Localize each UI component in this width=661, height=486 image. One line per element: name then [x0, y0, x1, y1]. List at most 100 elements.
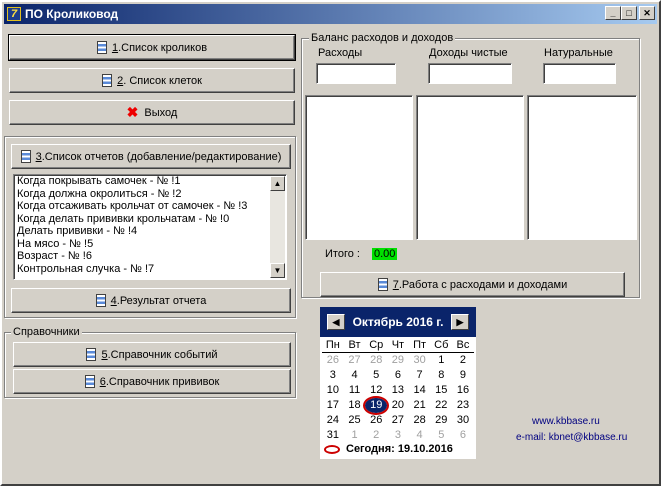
list-item[interactable]: Когда покрывать самочек - № !1	[14, 175, 286, 188]
reports-list-button[interactable]: 3.Список отчетов (добавление/редактирова…	[11, 144, 291, 169]
calendar-day[interactable]: 4	[344, 368, 366, 383]
total-value: 0.00	[372, 248, 398, 260]
calendar-day[interactable]: 29	[430, 413, 452, 428]
report-result-button[interactable]: 4.Результат отчета	[11, 288, 291, 313]
minimize-button[interactable]: _	[605, 6, 621, 20]
calendar-day[interactable]: 6	[387, 368, 409, 383]
list-item[interactable]: На мясо - № !5	[14, 238, 286, 251]
natural-input[interactable]	[543, 63, 616, 84]
calendar-day[interactable]: 18	[344, 398, 366, 413]
calendar-day[interactable]: 11	[344, 383, 366, 398]
calendar[interactable]: ◀ Октябрь 2016 г. ▶ Пн Вт Ср Чт Пт Сб Вс 26 27 28…	[320, 307, 476, 459]
calendar-day[interactable]: 4	[409, 428, 431, 443]
weekday-label: Сб	[434, 339, 449, 351]
reference-group-title: Справочники	[11, 326, 82, 338]
calendar-day[interactable]: 21	[409, 398, 431, 413]
weekday-label: Вс	[456, 339, 470, 351]
maximize-button[interactable]: □	[621, 6, 637, 20]
weekday-label: Пн	[325, 339, 340, 351]
today-circle-icon	[324, 444, 340, 454]
calendar-day[interactable]: 10	[322, 383, 344, 398]
email-link[interactable]: e-mail: kbnet@kbbase.ru	[516, 432, 627, 443]
next-month-button[interactable]: ▶	[451, 314, 469, 330]
title-bar[interactable]: 7 ПО Кроликовод _ □ ✕	[4, 4, 657, 24]
calendar-week: 24 25 26 27 28 29 30	[322, 413, 474, 428]
natural-list[interactable]	[527, 95, 637, 240]
calendar-day[interactable]: 28	[365, 353, 387, 368]
exit-button[interactable]: ✖ Выход	[9, 100, 295, 125]
calendar-day[interactable]: 25	[344, 413, 366, 428]
list-item[interactable]: Когда отсаживать крольчат от самочек - №…	[14, 200, 286, 213]
income-input[interactable]	[428, 63, 512, 84]
calendar-day[interactable]: 30	[409, 353, 431, 368]
total-label: Итого :	[325, 248, 360, 260]
calendar-day[interactable]: 20	[387, 398, 409, 413]
calendar-day[interactable]: 24	[322, 413, 344, 428]
calendar-day[interactable]: 28	[409, 413, 431, 428]
scroll-down-icon[interactable]: ▼	[270, 263, 285, 278]
calendar-day[interactable]: 6	[452, 428, 474, 443]
calendar-week: 26 27 28 29 30 1 2	[322, 353, 474, 368]
calendar-month: Октябрь 2016 г.	[352, 315, 444, 329]
document-icon	[102, 74, 113, 87]
calendar-day[interactable]: 19	[363, 396, 390, 415]
cages-list-button[interactable]: 2. Список клеток	[9, 68, 295, 93]
calendar-header: ◀ Октябрь 2016 г. ▶	[320, 307, 476, 337]
calendar-day[interactable]: 12	[365, 383, 387, 398]
calendar-day[interactable]: 8	[430, 368, 452, 383]
natural-label: Натуральные	[544, 47, 613, 59]
calendar-day[interactable]: 22	[430, 398, 452, 413]
close-button[interactable]: ✕	[639, 6, 655, 20]
expenses-income-button[interactable]: 7.Работа с расходами и доходами	[320, 272, 625, 297]
prev-month-button[interactable]: ◀	[327, 314, 345, 330]
expenses-input[interactable]	[316, 63, 396, 84]
calendar-day[interactable]: 14	[409, 383, 431, 398]
vaccines-reference-button[interactable]: 6.Справочник прививок	[13, 369, 291, 394]
list-item[interactable]: Делать прививки - № !4	[14, 225, 286, 238]
calendar-week: 31 1 2 3 4 5 6	[322, 428, 474, 443]
calendar-day[interactable]: 1	[344, 428, 366, 443]
calendar-day[interactable]: 29	[387, 353, 409, 368]
calendar-day[interactable]: 16	[452, 383, 474, 398]
calendar-week: 10 11 12 13 14 15 16	[322, 383, 474, 398]
calendar-day[interactable]: 5	[430, 428, 452, 443]
weekday-label: Пт	[413, 339, 427, 351]
list-item[interactable]: Возраст - № !6	[14, 250, 286, 263]
calendar-today[interactable]: Сегодня: 19.10.2016	[322, 443, 474, 455]
calendar-day[interactable]: 23	[452, 398, 474, 413]
calendar-day[interactable]: 3	[387, 428, 409, 443]
reports-listbox[interactable]: Когда покрывать самочек - № !1 Когда долж…	[13, 174, 287, 280]
calendar-day[interactable]: 5	[365, 368, 387, 383]
scroll-up-icon[interactable]: ▲	[270, 176, 285, 191]
app-logo-icon: 7	[7, 7, 21, 21]
rabbits-list-button[interactable]: 1.Список кроликов	[8, 34, 296, 61]
calendar-day[interactable]: 26	[365, 413, 387, 428]
calendar-day[interactable]: 17	[322, 398, 344, 413]
calendar-day[interactable]: 1	[430, 353, 452, 368]
events-reference-button[interactable]: 5.Справочник событий	[13, 342, 291, 367]
calendar-day[interactable]: 15	[430, 383, 452, 398]
listbox-scrollbar[interactable]: ▲ ▼	[270, 176, 285, 278]
calendar-day[interactable]: 3	[322, 368, 344, 383]
list-item[interactable]: Когда должна окролиться - № !2	[14, 188, 286, 201]
income-list[interactable]	[416, 95, 524, 240]
weekday-row: Пн Вт Ср Чт Пт Сб Вс	[322, 338, 474, 353]
calendar-day[interactable]: 2	[365, 428, 387, 443]
list-item[interactable]: Контрольная случка - № !7	[14, 263, 286, 276]
document-icon	[86, 348, 97, 361]
calendar-day[interactable]: 30	[452, 413, 474, 428]
calendar-day[interactable]: 27	[387, 413, 409, 428]
balance-group-title: Баланс расходов и доходов	[309, 32, 456, 44]
close-x-icon: ✖	[126, 104, 139, 120]
expenses-list[interactable]	[305, 95, 413, 240]
calendar-day[interactable]: 7	[409, 368, 431, 383]
calendar-day[interactable]: 2	[452, 353, 474, 368]
list-item[interactable]: Когда делать прививки крольчатам - № !0	[14, 213, 286, 226]
calendar-day[interactable]: 26	[322, 353, 344, 368]
calendar-day[interactable]: 27	[344, 353, 366, 368]
site-link[interactable]: www.kbbase.ru	[532, 416, 600, 427]
calendar-day[interactable]: 9	[452, 368, 474, 383]
calendar-day[interactable]: 31	[322, 428, 344, 443]
calendar-week: 3456789	[322, 368, 474, 383]
calendar-day[interactable]: 13	[387, 383, 409, 398]
